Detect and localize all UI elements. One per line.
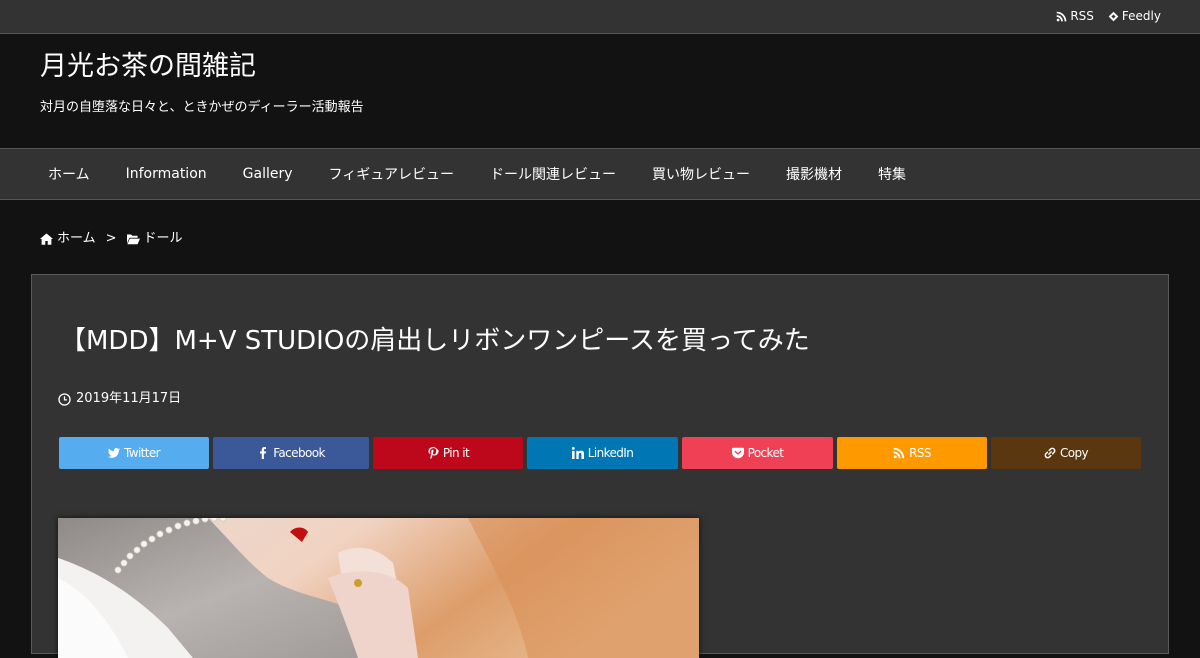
share-copy-button[interactable]: Copy xyxy=(991,437,1141,469)
share-rss-button[interactable]: RSS xyxy=(837,437,987,469)
article-title: 【MDD】M+V STUDIOの肩出しリボンワンピースを買ってみた xyxy=(60,326,810,356)
nav-item-home[interactable]: ホーム xyxy=(30,149,108,199)
nav-item-shopping-review[interactable]: 買い物レビュー xyxy=(634,149,768,199)
rss-link[interactable]: RSS xyxy=(1056,8,1094,24)
share-buttons: Twitter Facebook Pin it LinkedIn Pocket … xyxy=(59,437,1141,469)
breadcrumb-category[interactable]: ドール xyxy=(144,230,183,247)
site-description: 対月の自堕落な日々と、ときかぜのディーラー活動報告 xyxy=(40,100,364,115)
post-date: 2019年11月17日 xyxy=(58,390,181,408)
home-icon xyxy=(40,232,53,245)
nav-item-figure-review[interactable]: フィギュアレビュー xyxy=(311,149,472,199)
nav-item-information[interactable]: Information xyxy=(108,149,225,199)
doll-photo xyxy=(58,518,699,658)
post-date-text: 2019年11月17日 xyxy=(76,391,182,406)
top-bar: RSS Feedly xyxy=(0,0,1200,34)
feedly-label: Feedly xyxy=(1121,9,1161,23)
folder-open-icon xyxy=(126,234,140,244)
breadcrumb-home[interactable]: ホーム xyxy=(57,230,96,247)
facebook-icon xyxy=(260,447,267,459)
share-pocket-button[interactable]: Pocket xyxy=(682,437,833,469)
main-navigation: ホーム Information Gallery フィギュアレビュー ドール関連レ… xyxy=(0,148,1200,200)
linkedin-icon xyxy=(571,447,584,459)
nav-item-features[interactable]: 特集 xyxy=(860,149,924,199)
rss-label: RSS xyxy=(1070,9,1094,23)
nav-item-gallery[interactable]: Gallery xyxy=(225,149,311,199)
share-facebook-label: Facebook xyxy=(273,446,325,460)
feedly-icon xyxy=(1108,11,1119,21)
site-header: 月光お茶の間雑記 対月の自堕落な日々と、ときかぜのディーラー活動報告 xyxy=(0,34,1200,148)
article: 【MDD】M+V STUDIOの肩出しリボンワンピースを買ってみた 2019年1… xyxy=(31,274,1169,658)
pocket-icon xyxy=(731,447,744,459)
share-twitter-label: Twitter xyxy=(123,446,161,460)
share-pocket-label: Pocket xyxy=(747,446,784,460)
pinterest-icon xyxy=(428,447,439,459)
rss-icon xyxy=(893,447,905,459)
clock-icon xyxy=(58,392,71,406)
share-linkedin-button[interactable]: LinkedIn xyxy=(527,437,678,469)
feedly-link[interactable]: Feedly xyxy=(1108,8,1161,24)
breadcrumb: ホーム > ドール xyxy=(40,230,183,247)
share-pinterest-label: Pin it xyxy=(442,446,470,460)
site-title[interactable]: 月光お茶の間雑記 xyxy=(40,50,256,84)
featured-image[interactable] xyxy=(58,518,699,658)
rss-icon xyxy=(1057,11,1067,21)
breadcrumb-separator: > xyxy=(105,231,117,246)
share-pinterest-button[interactable]: Pin it xyxy=(373,437,523,469)
follow-links: RSS Feedly xyxy=(1056,8,1161,24)
share-twitter-button[interactable]: Twitter xyxy=(59,437,209,469)
twitter-icon xyxy=(107,448,120,458)
share-rss-label: RSS xyxy=(909,446,931,460)
nav-item-doll-review[interactable]: ドール関連レビュー xyxy=(472,149,634,199)
share-linkedin-label: LinkedIn xyxy=(587,446,634,460)
share-copy-label: Copy xyxy=(1059,446,1089,460)
link-icon xyxy=(1044,447,1056,459)
share-facebook-button[interactable]: Facebook xyxy=(213,437,369,469)
nav-item-camera-gear[interactable]: 撮影機材 xyxy=(768,149,860,199)
